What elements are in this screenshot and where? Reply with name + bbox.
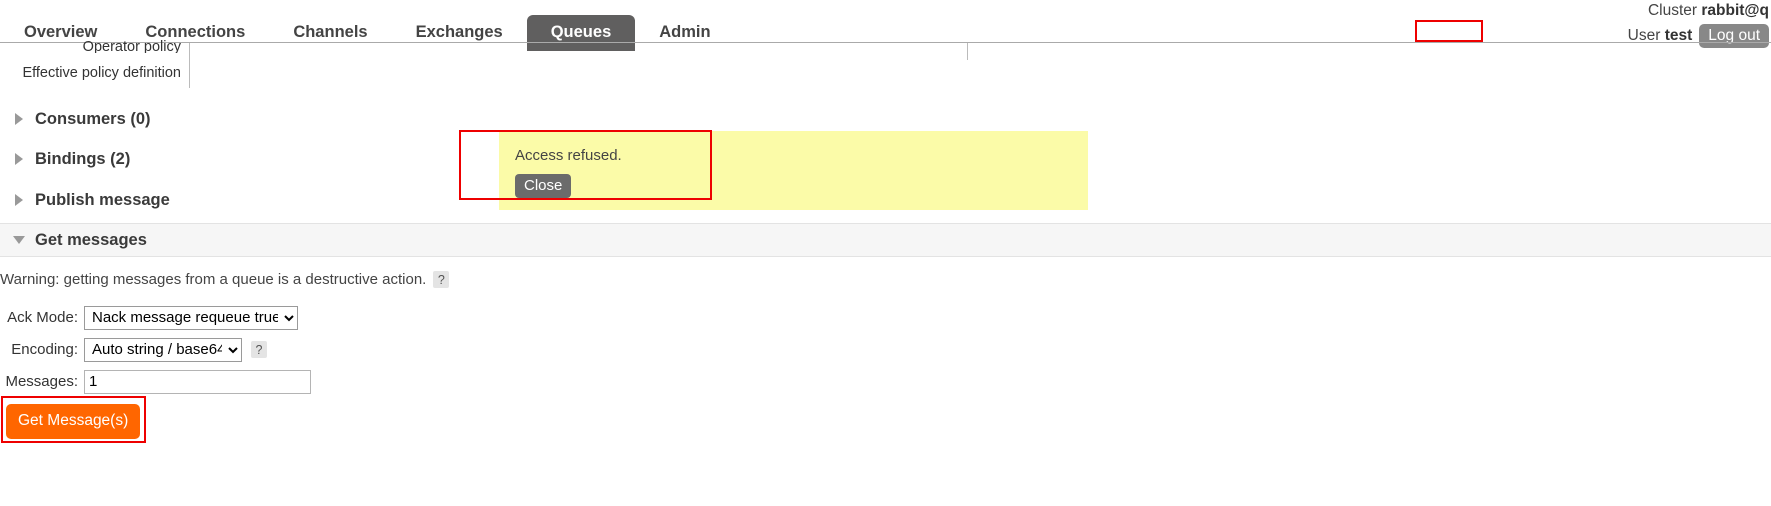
rabbitmq-management-page: Cluster rabbit@q User test Log out Overv… bbox=[0, 0, 1771, 506]
header-user-area: Cluster rabbit@q User test Log out bbox=[1351, 0, 1771, 48]
chevron-right-icon bbox=[8, 153, 30, 165]
encoding-select[interactable]: Auto string / base64base64 bbox=[84, 337, 242, 362]
section-get-messages-label: Get messages bbox=[35, 230, 147, 249]
section-consumers-label: Consumers (0) bbox=[35, 109, 151, 128]
section-publish-message-label: Publish message bbox=[35, 190, 170, 209]
chevron-down-icon bbox=[8, 236, 30, 244]
ack-mode-row: Ack Mode: Nack message requeue trueNack … bbox=[0, 302, 311, 333]
help-icon[interactable]: ? bbox=[433, 271, 450, 288]
details-column-divider bbox=[967, 43, 968, 60]
details-label-column: Operator policy Effective policy definit… bbox=[0, 39, 190, 88]
destructive-action-warning: Warning: getting messages from a queue i… bbox=[0, 271, 450, 288]
ack-mode-label: Ack Mode: bbox=[7, 309, 78, 326]
section-bindings-label: Bindings (2) bbox=[35, 149, 131, 168]
warning-text: Warning: getting messages from a queue i… bbox=[0, 271, 427, 288]
cluster-name: rabbit@q bbox=[1701, 2, 1769, 19]
chevron-right-icon bbox=[8, 113, 30, 125]
cluster-info: Cluster rabbit@q bbox=[1351, 0, 1769, 20]
encoding-row: Encoding: Auto string / base64base64 ? bbox=[0, 334, 311, 365]
queue-details-table: Operator policy Effective policy definit… bbox=[0, 39, 1771, 88]
get-messages-button[interactable]: Get Message(s) bbox=[6, 404, 141, 439]
error-popup: Access refused. Close bbox=[499, 131, 1088, 210]
messages-count-input[interactable] bbox=[84, 369, 311, 394]
cluster-prefix-label: Cluster bbox=[1647, 2, 1698, 19]
error-message: Access refused. bbox=[515, 147, 622, 164]
help-icon[interactable]: ? bbox=[251, 341, 267, 358]
details-row-operator-policy: Operator policy bbox=[82, 39, 181, 53]
encoding-label: Encoding: bbox=[11, 341, 78, 358]
section-get-messages[interactable]: Get messages bbox=[0, 223, 1771, 257]
chevron-right-icon bbox=[8, 194, 30, 206]
messages-count-row: Messages: bbox=[0, 366, 311, 397]
ack-mode-select[interactable]: Nack message requeue trueNack message re… bbox=[84, 305, 298, 330]
close-button[interactable]: Close bbox=[515, 174, 572, 198]
get-messages-form: Ack Mode: Nack message requeue trueNack … bbox=[0, 302, 311, 398]
messages-count-label: Messages: bbox=[5, 373, 78, 390]
details-row-effective-policy-definition: Effective policy definition bbox=[22, 65, 181, 81]
